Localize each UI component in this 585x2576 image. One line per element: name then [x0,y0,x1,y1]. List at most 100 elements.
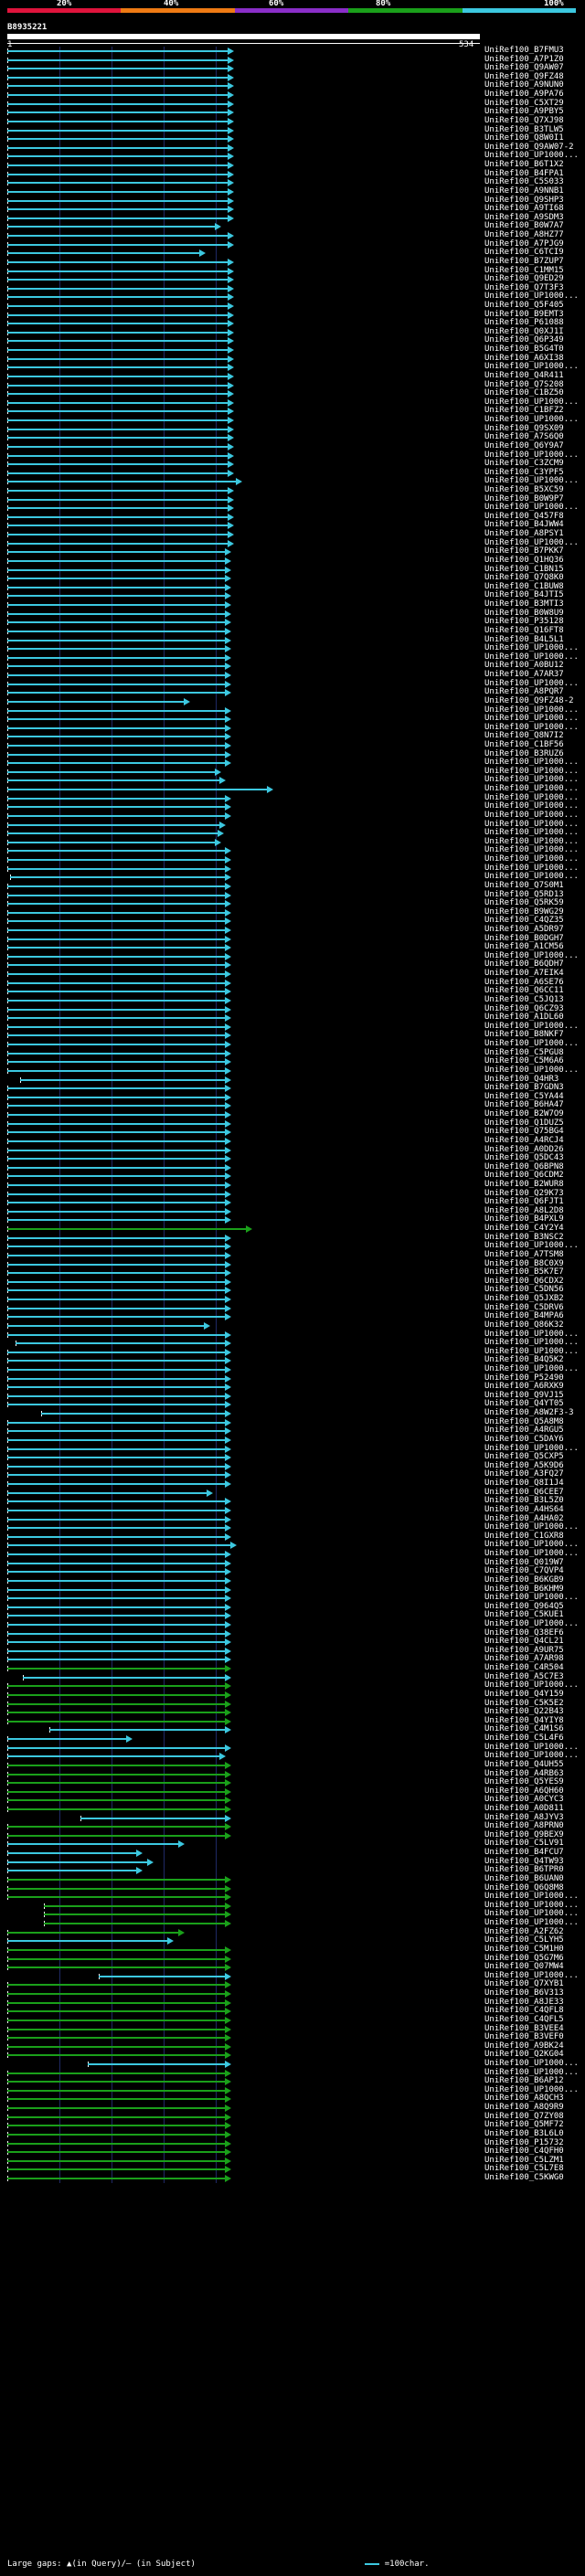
hit-label[interactable]: UniRef100_B3VEF0 [484,2033,564,2041]
hit-alignment-line[interactable] [7,1834,227,1837]
hit-row[interactable]: UniRef100_A9NNB1 [0,186,585,196]
hit-alignment-line[interactable] [7,1114,227,1117]
hit-label[interactable]: UniRef100_Q8I1J4 [484,1479,564,1488]
hit-alignment-line[interactable] [7,1588,227,1591]
hit-row[interactable]: UniRef100_B7FMU3 [0,47,585,55]
hit-alignment-line[interactable] [7,568,227,571]
hit-row[interactable]: UniRef100_A8PQR7 [0,688,585,697]
hit-alignment-line[interactable] [7,226,216,228]
hit-alignment-line[interactable] [7,1069,227,1072]
hit-row[interactable]: UniRef100_B6UAN0 [0,1874,585,1883]
hit-row[interactable]: UniRef100_UP1000... [0,829,585,838]
hit-label[interactable]: UniRef100_C5KWG0 [484,2174,564,2182]
hit-alignment-line[interactable] [7,393,229,396]
hit-alignment-line[interactable] [7,1755,221,1758]
hit-row[interactable]: UniRef100_Q5F405 [0,301,585,310]
hit-label[interactable]: UniRef100_C5S033 [484,178,564,186]
hit-alignment-line[interactable] [7,806,227,809]
hit-alignment-line[interactable] [7,102,229,105]
hit-row[interactable]: UniRef100_B4MPA6 [0,1312,585,1321]
hit-row[interactable]: UniRef100_B3VEF0 [0,2033,585,2042]
hit-alignment-line[interactable] [7,1712,227,1714]
hit-alignment-line[interactable] [7,1544,231,1547]
hit-alignment-line[interactable] [7,1509,227,1511]
hit-label[interactable]: UniRef100_C5LYH5 [484,1936,564,1945]
hit-row[interactable]: UniRef100_Q6FJT1 [0,1198,585,1207]
hit-alignment-line[interactable] [7,1465,227,1468]
hit-row[interactable]: UniRef100_UP1000... [0,416,585,425]
hit-row[interactable]: UniRef100_UP1000... [0,2059,585,2068]
hit-label[interactable]: UniRef100_A7TSM8 [484,1250,564,1259]
hit-row[interactable]: UniRef100_UP1000... [0,644,585,653]
hit-alignment-line[interactable] [7,349,229,352]
hit-alignment-line[interactable] [7,964,227,967]
hit-alignment-line[interactable] [7,190,229,193]
hit-alignment-line[interactable] [7,903,227,906]
hit-alignment-line[interactable] [7,1360,227,1362]
hit-label[interactable]: UniRef100_UP1000... [484,1523,579,1532]
hit-alignment-line[interactable] [7,129,229,132]
hit-row[interactable]: UniRef100_UP1000... [0,1752,585,1761]
hit-label[interactable]: UniRef100_Q9ED29 [484,275,564,283]
hit-alignment-line[interactable] [7,1474,227,1477]
hit-alignment-line[interactable] [7,155,229,158]
hit-label[interactable]: UniRef100_UP1000... [484,1619,579,1628]
hit-alignment-line[interactable] [7,120,229,122]
hit-alignment-line[interactable] [7,630,227,632]
hit-alignment-line[interactable] [7,2054,227,2057]
hit-row[interactable]: UniRef100_C5KWG0 [0,2174,585,2183]
hit-alignment-line[interactable] [7,1518,227,1521]
hit-row[interactable]: UniRef100_Q07MW4 [0,1963,585,1972]
hit-alignment-line[interactable] [7,551,227,554]
hit-label[interactable]: UniRef100_B3L5Z0 [484,1497,564,1505]
hit-alignment-line[interactable] [7,595,227,598]
hit-row[interactable]: UniRef100_UP1000... [0,1339,585,1348]
hit-alignment-line[interactable] [7,1246,227,1248]
hit-alignment-line[interactable] [7,1746,227,1749]
hit-row[interactable]: UniRef100_B5XC59 [0,486,585,494]
hit-label[interactable]: UniRef100_Q5RK59 [484,899,564,907]
hit-alignment-line[interactable] [7,1808,227,1810]
hit-alignment-line[interactable] [7,1149,227,1151]
hit-alignment-line[interactable] [7,1606,227,1608]
hit-alignment-line[interactable] [7,859,227,862]
hit-alignment-line[interactable] [7,1202,227,1204]
hit-row[interactable]: UniRef100_B7ZUP7 [0,257,585,266]
hit-label[interactable]: UniRef100_C6TCI9 [484,249,564,257]
hit-row[interactable]: UniRef100_Q86K32 [0,1320,585,1330]
hit-alignment-line[interactable] [7,1158,227,1161]
hit-alignment-line[interactable] [7,1052,227,1055]
hit-row[interactable]: UniRef100_UP1000... [0,1523,585,1532]
hit-alignment-line[interactable] [7,1307,227,1309]
hit-alignment-line[interactable] [7,1764,227,1766]
hit-alignment-line[interactable] [7,279,229,281]
hit-row[interactable]: UniRef100_UP1000... [0,1892,585,1902]
hit-row[interactable]: UniRef100_Q5YES9 [0,1778,585,1787]
hit-alignment-line[interactable] [7,1668,227,1670]
hit-label[interactable]: UniRef100_UP1000... [484,1919,579,1927]
hit-alignment-line[interactable] [7,1105,227,1108]
hit-label[interactable]: UniRef100_UP1000... [484,802,579,811]
hit-alignment-line[interactable] [80,1817,227,1819]
hit-alignment-line[interactable] [7,1553,227,1556]
hit-label[interactable]: UniRef100_C1BZ50 [484,389,564,398]
hit-row[interactable]: UniRef100_A8W2F3-3 [0,1409,585,1418]
hit-row[interactable]: UniRef100_C5S033 [0,178,585,187]
hit-alignment-line[interactable] [7,709,227,712]
hit-alignment-line[interactable] [7,1483,227,1486]
hit-label[interactable]: UniRef100_B6UAN0 [484,1874,564,1883]
hit-row[interactable]: UniRef100_UP1000... [0,758,585,768]
hit-alignment-line[interactable] [7,1175,227,1178]
hit-label[interactable]: UniRef100_Q5YES9 [484,1778,564,1786]
hit-alignment-line[interactable] [7,1957,227,1960]
hit-row[interactable]: UniRef100_Q5CXP5 [0,1453,585,1462]
hit-alignment-line[interactable] [7,50,229,52]
hit-alignment-line[interactable] [7,1280,227,1283]
hit-row[interactable]: UniRef100_B7PKK7 [0,547,585,557]
hit-label[interactable]: UniRef100_UP1000... [484,416,579,424]
hit-alignment-line[interactable] [7,463,229,466]
hit-label[interactable]: UniRef100_A5DR97 [484,926,564,934]
hit-label[interactable]: UniRef100_A8Q9R9 [484,2104,564,2112]
hit-alignment-line[interactable] [7,1579,227,1582]
hit-alignment-line[interactable] [7,1316,227,1319]
